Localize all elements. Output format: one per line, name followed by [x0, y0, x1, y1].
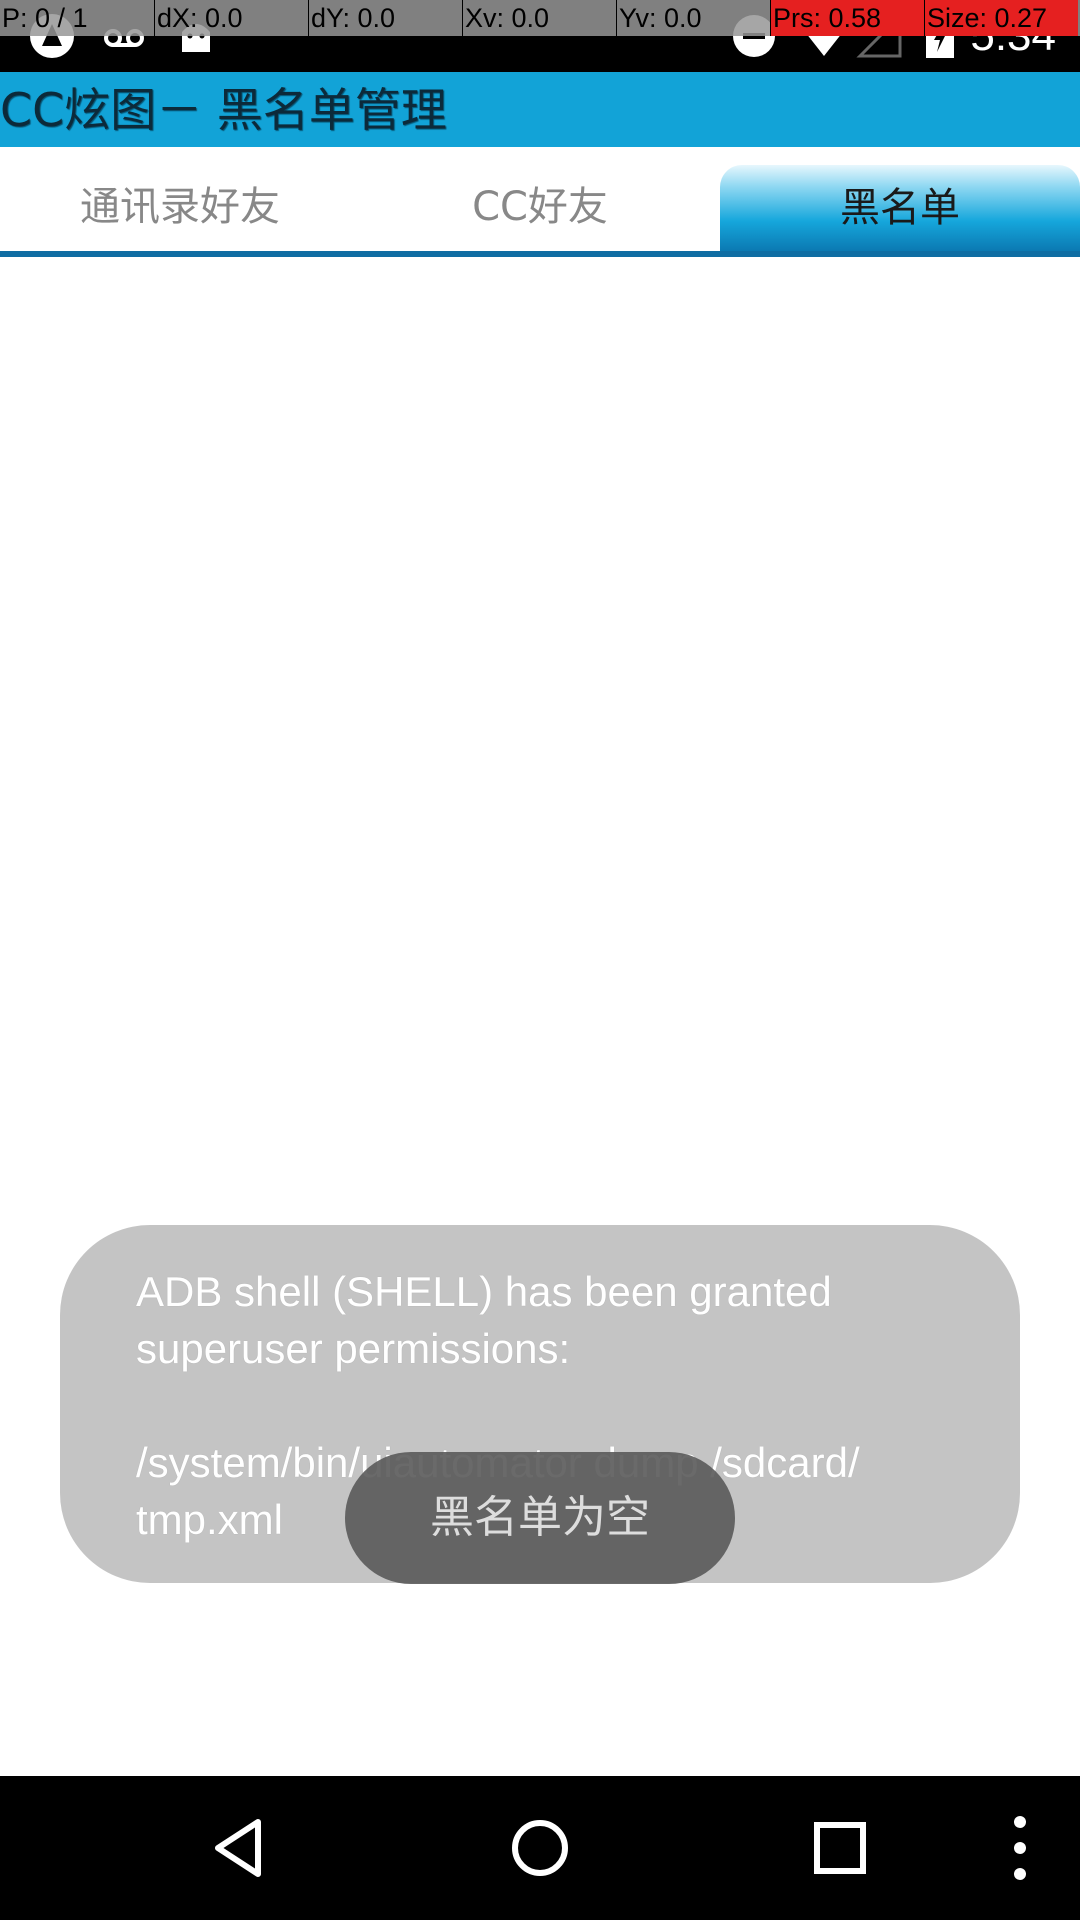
home-icon[interactable] [500, 1808, 580, 1888]
pointer-location-overlay: P: 0 / 1 dX: 0.0 dY: 0.0 Xv: 0.0 Yv: 0.0… [0, 0, 1080, 36]
recents-icon[interactable] [800, 1808, 880, 1888]
tab-blacklist[interactable]: 黑名单 [720, 165, 1080, 251]
navigation-bar [0, 1776, 1080, 1920]
debug-xv: Xv: 0.0 [462, 0, 616, 36]
debug-dy: dY: 0.0 [308, 0, 462, 36]
superuser-toast-line: superuser permissions: [136, 1325, 571, 1372]
superuser-toast-line: ADB shell (SHELL) has been granted [136, 1268, 832, 1315]
tab-cc-friends[interactable]: CC好友 [360, 147, 720, 251]
debug-yv: Yv: 0.0 [616, 0, 770, 36]
empty-blacklist-toast: 黑名单为空 [345, 1452, 735, 1584]
debug-pressure: Prs: 0.58 [770, 0, 924, 36]
page-title: CC炫图－ 黑名单管理 [0, 83, 447, 137]
superuser-toast-blank-line [136, 1377, 960, 1434]
debug-pointer-count: P: 0 / 1 [2, 3, 88, 33]
overflow-menu-icon[interactable] [980, 1808, 1060, 1888]
back-icon[interactable] [200, 1808, 280, 1888]
screen: 5:34 P: 0 / 1 dX: 0.0 dY: 0.0 Xv: 0.0 Yv… [0, 0, 1080, 1920]
tab-contacts-friends[interactable]: 通讯录好友 [0, 147, 360, 251]
debug-size: Size: 0.27 [924, 0, 1078, 36]
tab-bar: 通讯录好友 CC好友 黑名单 [0, 147, 1080, 257]
debug-dx: dX: 0.0 [154, 0, 308, 36]
app-title-bar: CC炫图－ 黑名单管理 [0, 72, 1080, 147]
